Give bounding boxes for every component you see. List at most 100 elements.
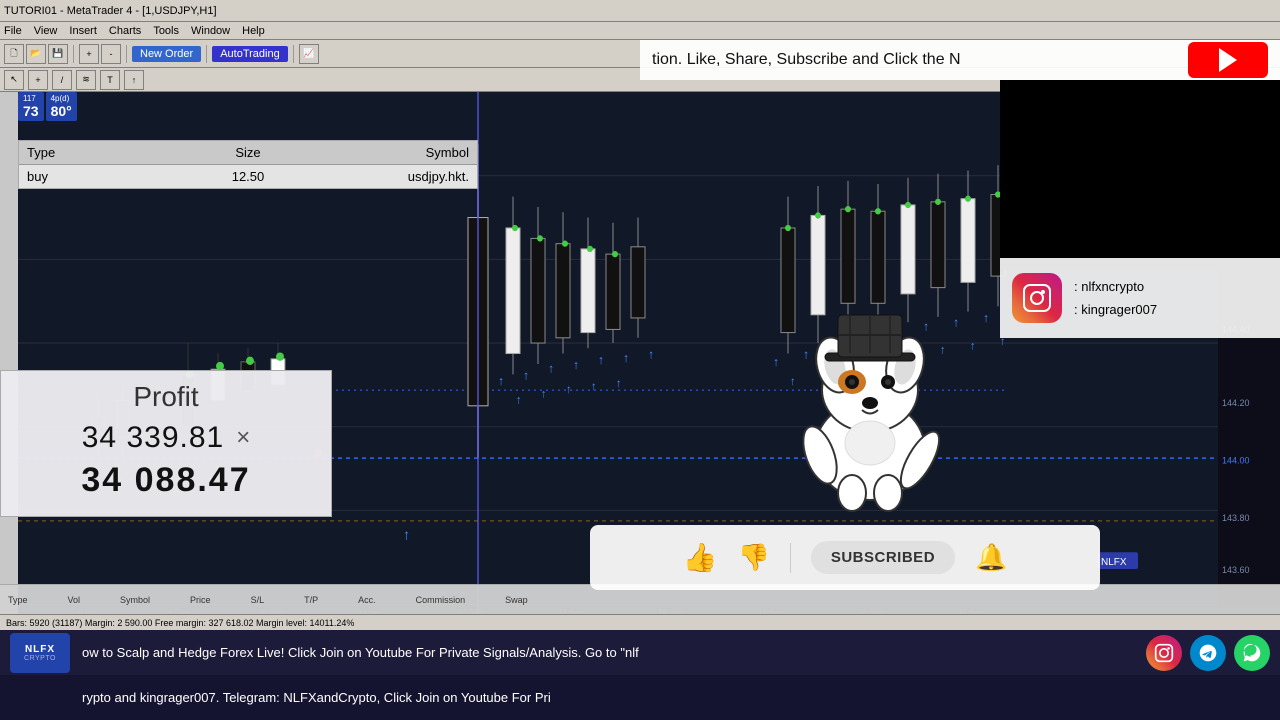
svg-text:143.60: 143.60: [1222, 565, 1249, 575]
menu-window[interactable]: Window: [191, 25, 230, 37]
svg-text:↑: ↑: [566, 384, 571, 396]
tb-indicators[interactable]: 📈: [299, 44, 319, 64]
ticker-text-2: rypto and kingrager007. Telegram: NLFXan…: [82, 690, 1270, 705]
info-box-2-label: 4p(d): [51, 94, 72, 103]
col-swap-h: Swap: [505, 595, 528, 605]
col-symbol: Symbol: [322, 145, 469, 160]
menu-help[interactable]: Help: [242, 25, 265, 37]
crosshair-btn[interactable]: +: [28, 70, 48, 90]
col-type: Type: [27, 145, 174, 160]
nlfx-chart-label: NLFX: [1101, 557, 1127, 568]
new-order-btn[interactable]: New Order: [132, 46, 201, 62]
yt-interaction-bar: 👍 👎 SUBSCRIBED 🔔: [590, 525, 1100, 590]
status-bar: Bars: 5920 (31187) Margin: 2 590.00 Free…: [0, 614, 1280, 630]
tb-save[interactable]: 💾: [48, 44, 68, 64]
col-price-h: Price: [190, 595, 211, 605]
ig-handle-1: : nlfxncrypto: [1074, 275, 1157, 298]
nlfx-logo-sub: CRYPTO: [24, 655, 56, 662]
ticker-text-1: ow to Scalp and Hedge Forex Live! Click …: [82, 645, 1134, 660]
info-boxes-area: 117 73 4p(d) 80°: [18, 92, 77, 121]
info-box-1-value: 73: [23, 103, 39, 119]
col-type-h: Type: [8, 595, 28, 605]
row-size: 12.50: [174, 169, 321, 184]
like-button[interactable]: 👍: [683, 541, 718, 574]
status-text: Bars: 5920 (31187) Margin: 2 590.00 Free…: [6, 618, 354, 628]
profit-value-row: 34 339.81 ×: [17, 421, 315, 455]
menu-insert[interactable]: Insert: [69, 25, 97, 37]
profit-value-1: 34 339.81: [82, 421, 224, 455]
svg-text:144.20: 144.20: [1222, 398, 1249, 408]
info-box-1-label: 117: [23, 94, 39, 103]
cursor-btn[interactable]: ↖: [4, 70, 24, 90]
autotrade-btn[interactable]: AutoTrading: [212, 46, 288, 62]
svg-text:↑: ↑: [403, 527, 410, 543]
col-symbol-h: Symbol: [120, 595, 150, 605]
dog-mascot-svg: [770, 285, 970, 515]
svg-text:↑: ↑: [573, 358, 579, 372]
tb-zoom-out[interactable]: -: [101, 44, 121, 64]
svg-text:↑: ↑: [591, 381, 596, 393]
ig-handle-2: : kingrager007: [1074, 298, 1157, 321]
menu-charts[interactable]: Charts: [109, 25, 141, 37]
row-type: buy: [27, 169, 174, 184]
social-telegram-btn[interactable]: [1190, 635, 1226, 671]
menu-bar[interactable]: File View Insert Charts Tools Window Hel…: [0, 22, 1280, 40]
social-instagram-btn[interactable]: [1146, 635, 1182, 671]
profit-title: Profit: [17, 381, 315, 413]
yt-play-icon: [1219, 48, 1237, 72]
text-btn[interactable]: T: [100, 70, 120, 90]
svg-text:↑: ↑: [516, 395, 521, 407]
col-tp-h: T/P: [304, 595, 318, 605]
menu-view[interactable]: View: [34, 25, 58, 37]
tb-open[interactable]: 📂: [26, 44, 46, 64]
instagram-text: : nlfxncrypto : kingrager007: [1074, 275, 1157, 322]
close-profit-btn[interactable]: ×: [236, 424, 250, 452]
svg-text:↑: ↑: [523, 368, 529, 382]
black-preview-area: [1000, 80, 1280, 270]
info-box-2-value: 80°: [51, 103, 72, 119]
ig-icon-inner: [1023, 284, 1051, 312]
svg-text:↑: ↑: [598, 353, 604, 367]
svg-text:143.80: 143.80: [1222, 513, 1249, 523]
profit-value-2: 34 088.47: [17, 461, 315, 500]
window-title: TUTORI01 - MetaTrader 4 - [1,USDJPY,H1]: [4, 5, 217, 17]
yt-notification-text: tion. Like, Share, Subscribe and Click t…: [652, 51, 1180, 69]
bell-button[interactable]: 🔔: [975, 542, 1007, 573]
yt-notification-bar: tion. Like, Share, Subscribe and Click t…: [640, 40, 1280, 80]
menu-file[interactable]: File: [4, 25, 22, 37]
arrow-btn[interactable]: ↑: [124, 70, 144, 90]
bottom-ticker: NLFX CRYPTO ow to Scalp and Hedge Forex …: [0, 630, 1280, 720]
trade-table-row: buy 12.50 usdjpy.hkt.: [19, 165, 477, 188]
svg-text:↑: ↑: [548, 361, 554, 375]
nlfx-logo: NLFX CRYPTO: [10, 633, 70, 673]
svg-text:↑: ↑: [541, 388, 546, 400]
svg-text:↑: ↑: [648, 347, 654, 361]
col-acc-h: Acc.: [358, 595, 376, 605]
trade-table: Type Size Symbol buy 12.50 usdjpy.hkt.: [18, 140, 478, 189]
instagram-icon: [1012, 273, 1062, 323]
dislike-button[interactable]: 👎: [737, 542, 769, 573]
svg-text:↑: ↑: [623, 351, 629, 365]
title-bar: TUTORI01 - MetaTrader 4 - [1,USDJPY,H1]: [0, 0, 1280, 22]
col-commission-h: Commission: [416, 595, 466, 605]
col-size: Size: [174, 145, 321, 160]
tb-new[interactable]: 🗋: [4, 44, 24, 64]
svg-text:↑: ↑: [498, 374, 504, 388]
info-box-1: 117 73: [18, 92, 44, 121]
dog-mascot: [760, 280, 980, 520]
trade-table-header: Type Size Symbol: [19, 141, 477, 165]
info-box-2: 4p(d) 80°: [46, 92, 77, 121]
line-btn[interactable]: /: [52, 70, 72, 90]
svg-text:↑: ↑: [983, 311, 989, 325]
ticker-bottom: rypto and kingrager007. Telegram: NLFXan…: [0, 675, 1280, 720]
subscribed-button[interactable]: SUBSCRIBED: [811, 541, 955, 574]
menu-tools[interactable]: Tools: [153, 25, 179, 37]
fib-btn[interactable]: ≋: [76, 70, 96, 90]
row-symbol: usdjpy.hkt.: [322, 169, 469, 184]
svg-text:↑: ↑: [616, 378, 621, 390]
social-whatsapp-btn[interactable]: [1234, 635, 1270, 671]
youtube-logo[interactable]: [1188, 42, 1268, 78]
interaction-divider: [790, 543, 791, 573]
social-icons: [1146, 635, 1270, 671]
tb-zoom-in[interactable]: +: [79, 44, 99, 64]
